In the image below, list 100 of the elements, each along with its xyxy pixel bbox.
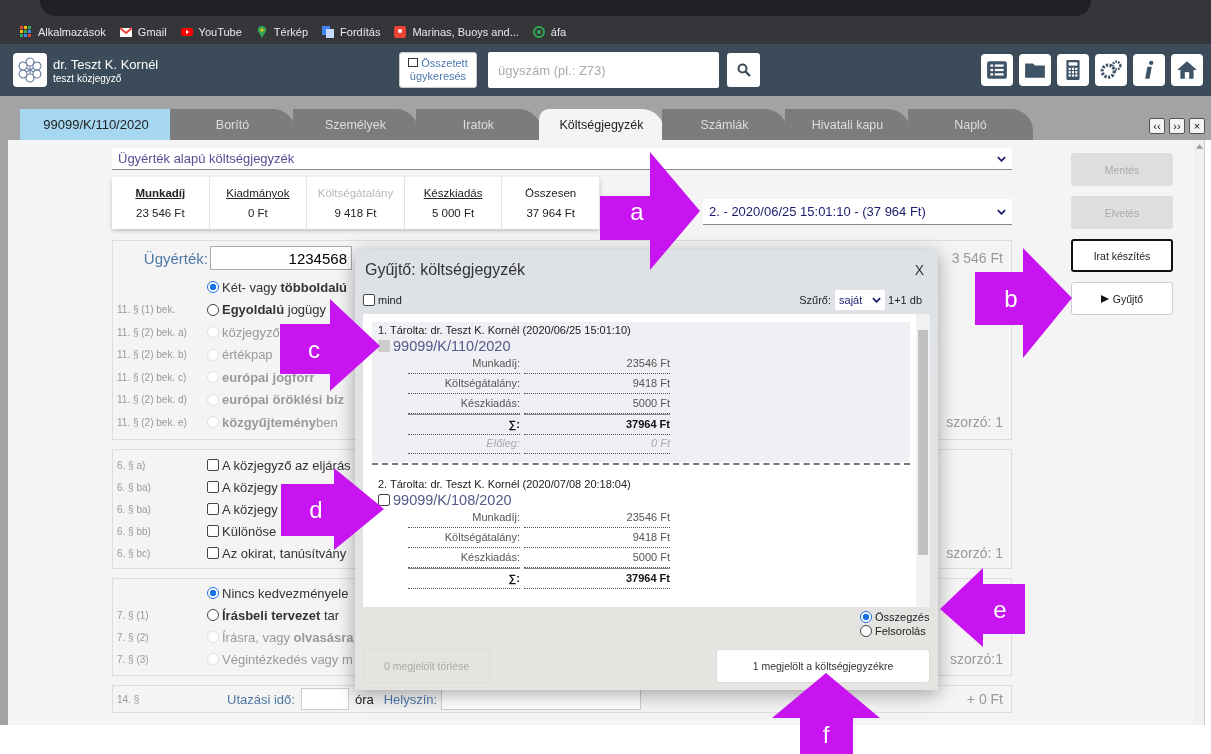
summary-tab[interactable]: Összesen: [525, 187, 577, 199]
callout-letter: a: [630, 198, 644, 225]
action-button[interactable]: Gyűjtő: [1071, 282, 1173, 315]
play-icon: [180, 26, 193, 38]
bookmark-link[interactable]: áfa: [550, 26, 567, 38]
cost-value: 5000 Ft: [524, 548, 670, 568]
summary-tab[interactable]: Munkadíj: [135, 187, 186, 199]
search-field[interactable]: ügyszám (pl.: Z73): [488, 52, 719, 88]
section-reference: 11. § (1) bek.: [117, 304, 176, 316]
tab[interactable]: 99099/K/110/2020: [20, 109, 172, 140]
option-label: Az okirat, tanúsítvány: [222, 545, 347, 561]
cost-label: ∑:: [408, 413, 520, 435]
tab-nav-button[interactable]: ››: [1169, 118, 1185, 134]
list-button[interactable]: [981, 54, 1013, 86]
callout-letter: e: [993, 596, 1007, 623]
cost-value: 9418 Ft: [524, 528, 670, 548]
bookmark-link[interactable]: Marinas, Buoys and...: [412, 26, 519, 38]
checkbox[interactable]: [207, 547, 219, 559]
checkbox[interactable]: [363, 294, 375, 306]
summary-value: 5 000 Ft: [431, 207, 475, 219]
entry-header: 2. Tárolta: dr. Teszt K. Kornél (2020/07/08 20:18:04): [378, 478, 632, 490]
place-label: Helyszín:: [383, 691, 438, 707]
summary-value: 37 964 Ft: [526, 207, 575, 219]
option-label: Két- vagy többoldalú: [222, 279, 347, 295]
home-button[interactable]: [1171, 54, 1203, 86]
summary-value: 23 546 Ft: [136, 207, 185, 219]
cost-label: Költségátalány:: [408, 528, 520, 548]
dialog-button[interactable]: 1 megjelölt a költségjegyzékre: [716, 649, 930, 683]
multiplier-text: szorzó: 1: [946, 414, 1003, 431]
checkbox[interactable]: [207, 503, 219, 515]
checkbox[interactable]: [378, 494, 390, 506]
radio-button[interactable]: [207, 303, 219, 316]
cost-label: Költségátalány:: [408, 374, 520, 394]
action-button[interactable]: Irat készítés: [1071, 239, 1173, 272]
cost-label: ∑:: [408, 567, 520, 589]
section-reference: 6. § ba): [117, 503, 151, 515]
compound-search-button[interactable]: Összetett ügykeresés: [399, 52, 477, 88]
info-button[interactable]: [1133, 54, 1165, 86]
section-reference: 7. § (2): [117, 631, 149, 643]
section-reference: 6. § bb): [117, 525, 151, 537]
section-reference: 6. § a): [117, 459, 146, 471]
settings-button[interactable]: [1095, 54, 1127, 86]
mode-label: Felsorolás: [875, 625, 926, 637]
travel-time-label: Utazási idő:: [227, 691, 295, 707]
summary-tab[interactable]: Készkiadás: [423, 187, 483, 199]
section-reference: 6. § ba): [117, 481, 151, 493]
callout-letter: c: [308, 336, 320, 363]
tab[interactable]: Költségjegyzék: [539, 109, 664, 140]
option-label: Különöse: [222, 523, 277, 539]
checkbox[interactable]: [207, 481, 219, 493]
cost-label: Munkadíj:: [408, 508, 520, 528]
search-button[interactable]: [727, 53, 760, 87]
cost-type-select[interactable]: Ügyérték alapú költségjegyzék: [112, 148, 1012, 170]
case-number: 99099/K/110/2020: [393, 338, 511, 354]
travel-amount: + 0 Ft: [966, 691, 1003, 707]
section-reference: 7. § (3): [117, 653, 149, 665]
house-icon: [1176, 59, 1198, 81]
radio-button[interactable]: [207, 587, 219, 599]
radio-button[interactable]: [860, 611, 872, 623]
bookmark-link[interactable]: Térkép: [273, 26, 309, 38]
tab-nav-button[interactable]: ×: [1189, 118, 1205, 134]
close-button[interactable]: X: [908, 262, 930, 278]
checkbox[interactable]: [207, 459, 219, 471]
summary-value: 9 418 Ft: [334, 207, 377, 219]
filter-select[interactable]: saját: [835, 290, 886, 310]
cost-label: Készkiadás:: [408, 548, 520, 568]
play-icon: [1100, 294, 1109, 303]
radio-button[interactable]: [860, 625, 872, 637]
bookmark-link[interactable]: Gmail: [137, 26, 167, 38]
calculator-button[interactable]: [1057, 54, 1089, 86]
bookmark-link[interactable]: Fordítás: [340, 26, 381, 38]
filter-label: Szűrő:: [799, 294, 832, 306]
radio-button[interactable]: [207, 281, 219, 294]
checkbox[interactable]: [207, 525, 219, 537]
case-value-field[interactable]: 1234568: [210, 246, 352, 270]
user-name: dr. Teszt K. Kornél: [53, 56, 160, 72]
search-icon: [736, 63, 751, 77]
callout-letter: f: [822, 721, 830, 748]
scroll-up-icon: [1195, 144, 1203, 149]
square-icon: [408, 58, 419, 67]
option-label: értékpap: [222, 347, 273, 363]
option-label: Írásra, vagy olvasásra: [222, 629, 354, 645]
bookmark-link[interactable]: YouTube: [198, 26, 242, 38]
radio-button[interactable]: [207, 609, 219, 621]
cost-label: Munkadíj:: [408, 354, 520, 374]
mail-icon: [119, 26, 132, 38]
summary-tab[interactable]: Kiadmányok: [226, 187, 290, 199]
bookmark-link[interactable]: Alkalmazások: [38, 26, 106, 38]
section-reference: 11. § (2) bek. b): [117, 349, 187, 361]
fee-amount: 3 546 Ft: [951, 250, 1003, 266]
dialog-title: Gyűjtő: költségjegyzék: [365, 261, 526, 279]
version-select[interactable]: 2. - 2020/06/25 15:01:10 - (37 964 Ft): [703, 199, 1012, 225]
travel-time-field[interactable]: [300, 688, 349, 710]
place-field[interactable]: [441, 688, 642, 710]
tab-nav-button[interactable]: ‹‹: [1149, 118, 1165, 134]
folder-button[interactable]: [1019, 54, 1051, 86]
option-label: közgyűjteményben: [222, 414, 338, 430]
cost-value: 5000 Ft: [524, 394, 670, 414]
scrollbar[interactable]: [1194, 140, 1204, 725]
scrollbar[interactable]: [916, 314, 930, 607]
